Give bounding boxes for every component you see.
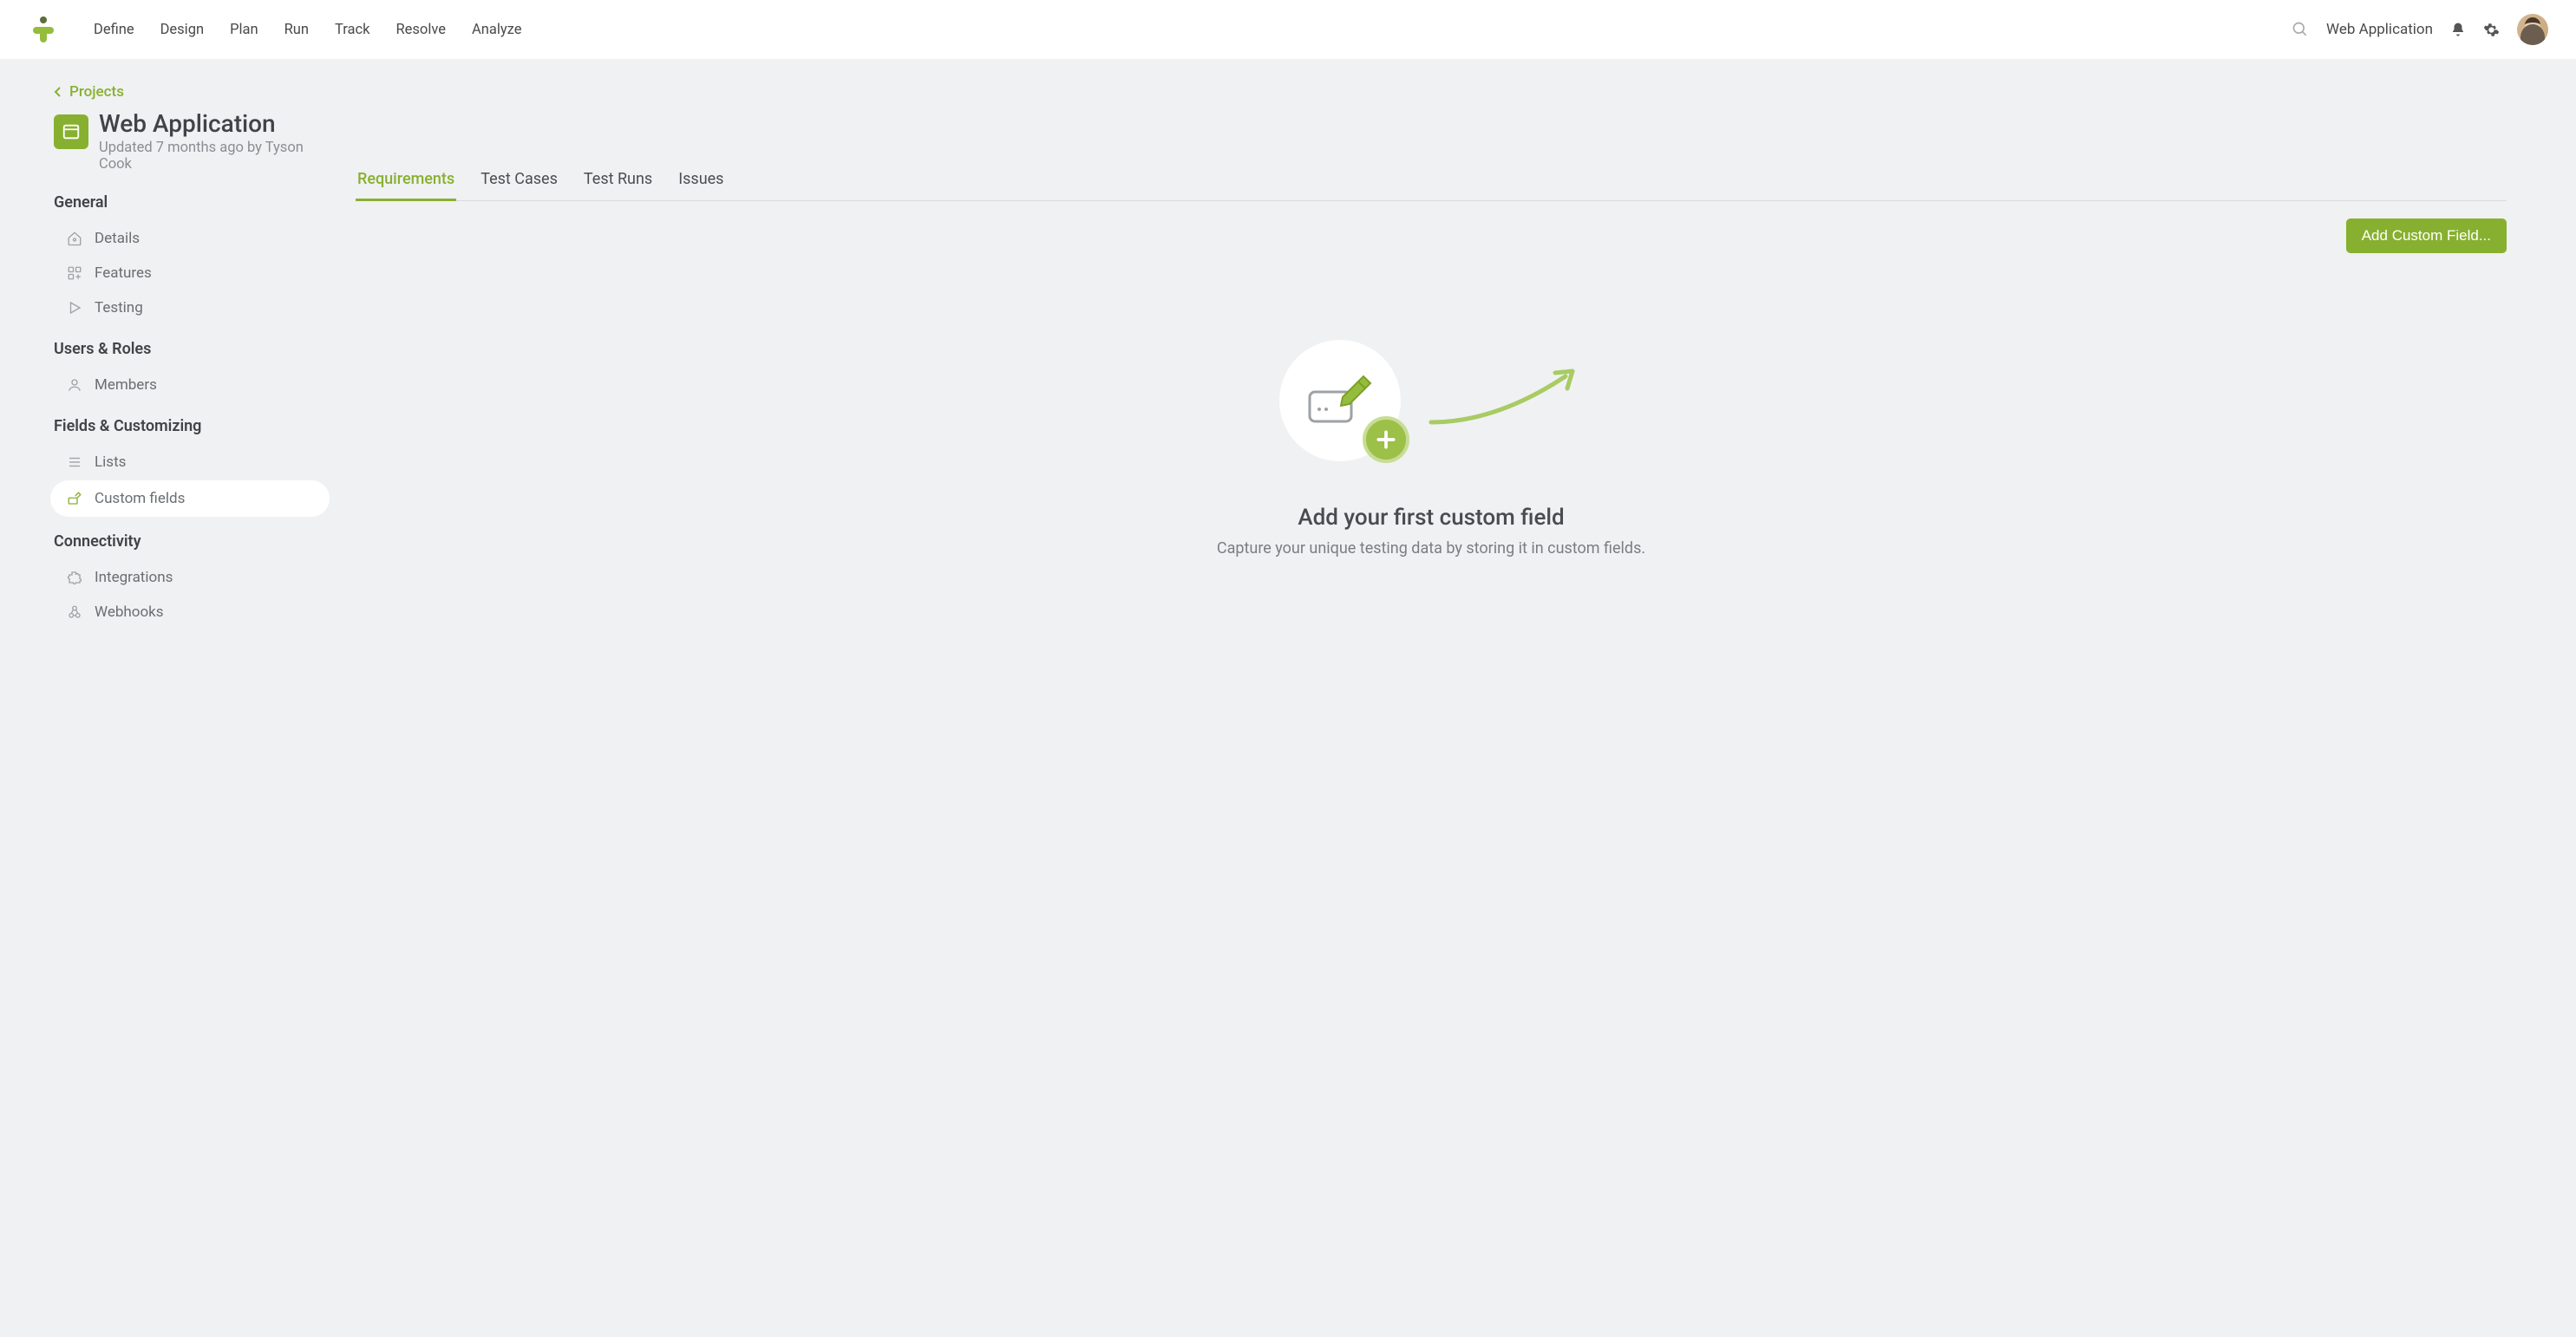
window-icon <box>62 122 81 141</box>
edit-field-icon <box>66 491 83 506</box>
section-connectivity-title: Connectivity <box>54 532 338 551</box>
sidebar-item-label: Lists <box>95 453 126 471</box>
sidebar-item-custom-fields[interactable]: Custom fields <box>50 480 330 517</box>
user-icon <box>66 377 83 393</box>
list-icon <box>66 454 83 470</box>
empty-state-title: Add your first custom field <box>1298 505 1564 531</box>
nav-resolve[interactable]: Resolve <box>396 22 446 38</box>
sidebar-item-details[interactable]: Details <box>54 222 338 255</box>
app-logo[interactable] <box>28 14 59 45</box>
nav-track[interactable]: Track <box>335 22 370 38</box>
header-left: Define Design Plan Run Track Resolve Ana… <box>28 14 521 45</box>
nav-design[interactable]: Design <box>160 22 204 38</box>
header-project-label[interactable]: Web Application <box>2326 21 2433 38</box>
project-meta: Updated 7 months ago by Tyson Cook <box>99 140 338 173</box>
tab-test-runs[interactable]: Test Runs <box>582 163 654 200</box>
add-custom-field-button[interactable]: Add Custom Field... <box>2346 218 2507 253</box>
webhook-icon <box>66 604 83 620</box>
empty-circle-icon <box>1279 340 1401 461</box>
sidebar-item-label: Integrations <box>95 569 173 586</box>
actions-row: Add Custom Field... <box>356 218 2507 253</box>
sidebar-item-label: Testing <box>95 299 143 316</box>
puzzle-icon <box>66 570 83 585</box>
sidebar-item-integrations[interactable]: Integrations <box>54 561 338 594</box>
sidebar-item-label: Webhooks <box>95 603 164 621</box>
nav-define[interactable]: Define <box>94 22 134 38</box>
avatar[interactable] <box>2517 14 2548 45</box>
main-panel: Requirements Test Cases Test Runs Issues… <box>338 76 2576 630</box>
project-icon <box>54 114 88 149</box>
play-icon <box>66 300 83 316</box>
plus-badge-icon <box>1363 416 1409 463</box>
chevron-left-icon <box>54 86 62 98</box>
sidebar-item-label: Details <box>95 230 140 247</box>
empty-state: Add your first custom field Capture your… <box>356 305 2507 558</box>
app-header: Define Design Plan Run Track Resolve Ana… <box>0 0 2576 59</box>
tab-requirements[interactable]: Requirements <box>356 163 456 201</box>
home-icon <box>66 231 83 246</box>
main-nav: Define Design Plan Run Track Resolve Ana… <box>94 22 521 38</box>
gear-icon[interactable] <box>2483 22 2500 38</box>
project-title: Web Application <box>99 111 338 138</box>
nav-analyze[interactable]: Analyze <box>472 22 521 38</box>
section-general-title: General <box>54 193 338 212</box>
bell-icon[interactable] <box>2450 22 2466 37</box>
logo-icon <box>28 14 59 45</box>
sidebar-item-lists[interactable]: Lists <box>54 446 338 479</box>
project-header: Web Application Updated 7 months ago by … <box>54 111 338 173</box>
header-right: Web Application <box>2292 14 2548 45</box>
tab-issues[interactable]: Issues <box>677 163 725 200</box>
sidebar-item-label: Members <box>95 376 157 394</box>
grid-add-icon <box>66 265 83 281</box>
nav-run[interactable]: Run <box>284 22 309 38</box>
edit-card-icon <box>1306 375 1374 427</box>
tabs: Requirements Test Cases Test Runs Issues <box>356 163 2507 201</box>
empty-state-description: Capture your unique testing data by stor… <box>1217 539 1645 558</box>
section-users-title: Users & Roles <box>54 340 338 358</box>
content-area: Projects Web Application Updated 7 month… <box>0 59 2576 630</box>
sidebar-item-label: Custom fields <box>95 490 185 507</box>
sidebar-item-features[interactable]: Features <box>54 257 338 290</box>
search-icon[interactable] <box>2292 21 2309 38</box>
sidebar-item-testing[interactable]: Testing <box>54 291 338 324</box>
sidebar-item-label: Features <box>95 264 152 282</box>
nav-plan[interactable]: Plan <box>230 22 258 38</box>
breadcrumb-label: Projects <box>69 83 124 101</box>
sidebar-item-members[interactable]: Members <box>54 368 338 401</box>
tab-test-cases[interactable]: Test Cases <box>479 163 559 200</box>
section-fields-title: Fields & Customizing <box>54 417 338 435</box>
breadcrumb[interactable]: Projects <box>54 83 338 101</box>
sidebar-item-webhooks[interactable]: Webhooks <box>54 596 338 629</box>
arrow-swoosh-icon <box>1427 366 1583 435</box>
empty-graphic <box>1279 340 1583 461</box>
sidebar: Projects Web Application Updated 7 month… <box>0 76 338 630</box>
